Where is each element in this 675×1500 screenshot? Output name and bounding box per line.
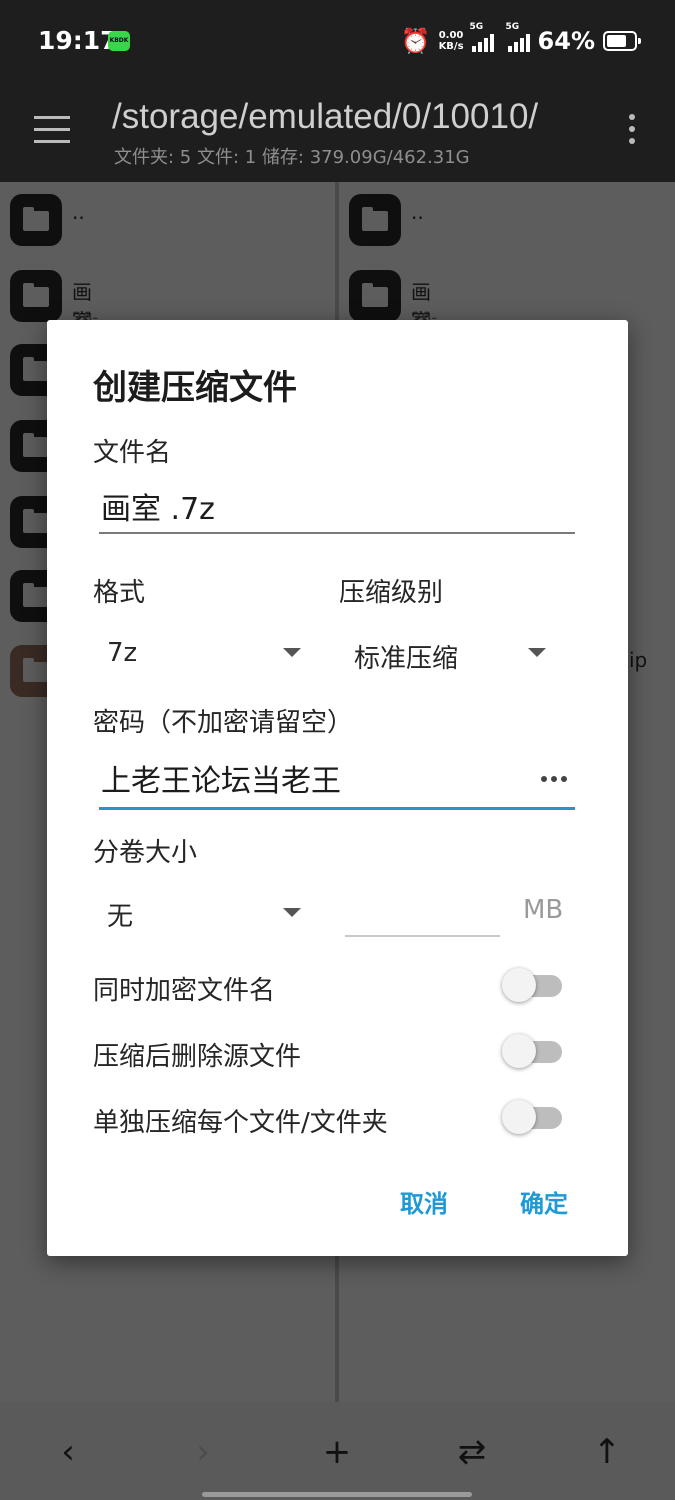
gesture-bar[interactable]	[202, 1492, 472, 1497]
more-options-icon[interactable]	[629, 114, 635, 150]
menu-icon[interactable]	[34, 116, 70, 144]
password-input[interactable]: 上老王论坛当老王	[99, 760, 575, 810]
folder-icon	[349, 270, 401, 322]
create-archive-dialog: 创建压缩文件 文件名 画室 .7z 格式 压缩级别 7z 标准压缩 密码（不加密…	[47, 320, 628, 1256]
network-speed: 0.00 KB/s	[438, 30, 464, 52]
signal-icon-sim1: 5G	[470, 22, 494, 52]
file-name: ..	[72, 200, 85, 224]
add-icon[interactable]: +	[317, 1432, 357, 1472]
format-label: 格式	[93, 578, 146, 608]
encrypt-filenames-label: 同时加密文件名	[93, 976, 276, 1006]
password-label: 密码（不加密请留空）	[93, 708, 354, 738]
volume-size-unit: MB	[523, 895, 564, 925]
battery-icon	[603, 31, 641, 51]
file-name: ..	[411, 200, 424, 224]
dialog-title: 创建压缩文件	[93, 368, 297, 408]
volume-size-input[interactable]	[345, 895, 500, 937]
delete-source-label: 压缩后删除源文件	[93, 1042, 302, 1072]
chevron-down-icon	[283, 908, 301, 917]
volume-size-label: 分卷大小	[93, 838, 198, 868]
ok-button[interactable]: 确定	[520, 1184, 568, 1219]
folder-icon	[349, 194, 401, 246]
password-value: 上老王论坛当老王	[101, 764, 341, 799]
battery-percent: 64%	[537, 27, 595, 55]
alarm-icon: ⏰	[400, 27, 431, 55]
app-notification-icon: KBDK	[108, 31, 130, 51]
file-name-partial: ip	[629, 648, 648, 672]
status-indicators: ⏰ 0.00 KB/s 5G 5G 64%	[400, 22, 641, 58]
folder-icon	[10, 270, 62, 322]
compression-level-label: 压缩级别	[339, 578, 444, 608]
chevron-down-icon	[528, 648, 546, 657]
current-path: /storage/emulated/0/10010/	[112, 97, 539, 136]
format-select[interactable]: 7z	[107, 636, 307, 676]
signal-icon-sim2: 5G	[506, 22, 530, 52]
encrypt-filenames-toggle[interactable]	[502, 968, 564, 1002]
compress-individually-toggle[interactable]	[502, 1100, 564, 1134]
volume-size-value: 无	[107, 902, 134, 932]
volume-size-select[interactable]: 无	[107, 894, 307, 934]
app-bar: /storage/emulated/0/10010/ 文件夹: 5 文件: 1 …	[0, 82, 675, 182]
status-bar: 19:17 KBDK ⏰ 0.00 KB/s 5G 5G 64%	[0, 0, 675, 82]
compress-individually-label: 单独压缩每个文件/文件夹	[93, 1108, 388, 1138]
compression-level-value: 标准压缩	[354, 644, 459, 674]
folder-icon	[10, 194, 62, 246]
parent-folder-icon[interactable]: ↑	[587, 1432, 627, 1472]
filename-input[interactable]: 画室 .7z	[99, 488, 575, 534]
cancel-button[interactable]: 取消	[400, 1184, 448, 1219]
forward-icon[interactable]: ›	[183, 1432, 223, 1472]
swap-panes-icon[interactable]: ⇄	[452, 1432, 492, 1472]
delete-source-toggle[interactable]	[502, 1034, 564, 1068]
back-icon[interactable]: ‹	[48, 1432, 88, 1472]
show-password-icon[interactable]	[541, 776, 573, 782]
compression-level-select[interactable]: 标准压缩	[354, 636, 554, 676]
status-time: 19:17	[38, 26, 118, 55]
format-value: 7z	[107, 638, 138, 668]
filename-label: 文件名	[93, 438, 172, 468]
bottom-toolbar: ‹ › + ⇄ ↑	[0, 1402, 675, 1500]
chevron-down-icon	[283, 648, 301, 657]
storage-info: 文件夹: 5 文件: 1 储存: 379.09G/462.31G	[114, 147, 470, 168]
